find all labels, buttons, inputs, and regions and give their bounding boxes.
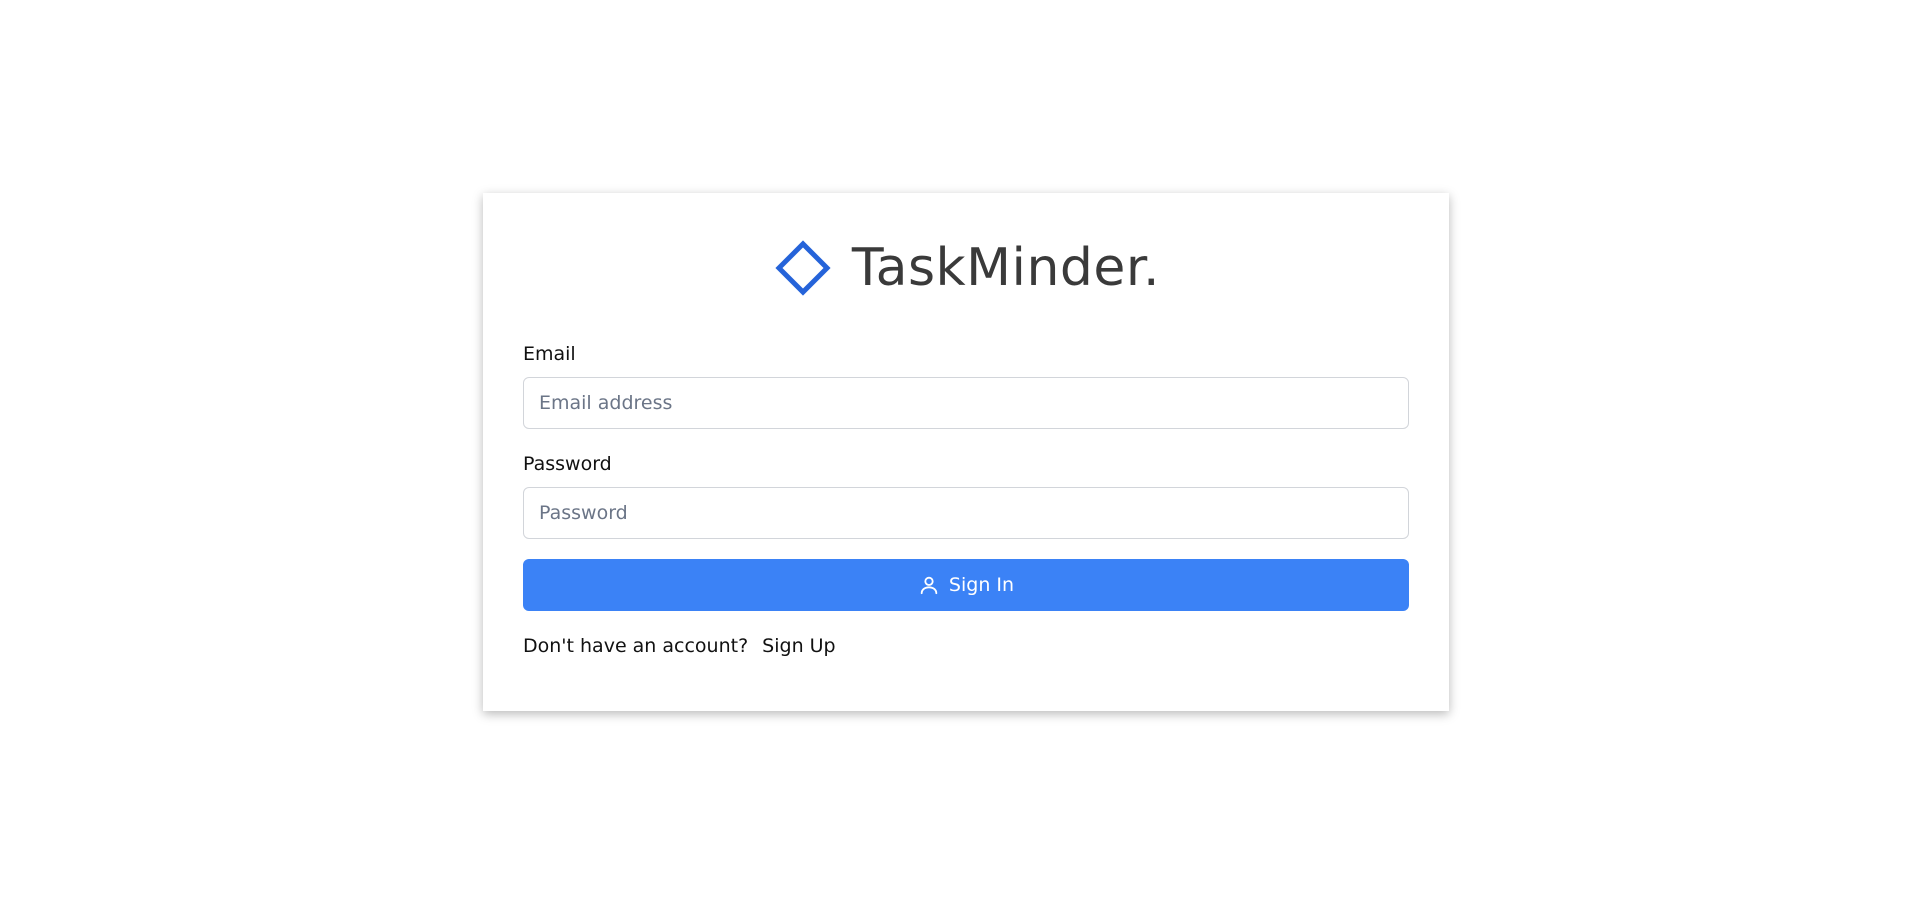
password-field[interactable] xyxy=(523,487,1409,539)
brand-header: TaskMinder. xyxy=(523,193,1409,343)
email-field-wrap xyxy=(523,377,1409,429)
sign-in-button[interactable]: Sign In xyxy=(523,559,1409,611)
sign-up-link[interactable]: Sign Up xyxy=(762,635,835,657)
login-card: TaskMinder. Email Password Sign In Don't… xyxy=(483,193,1449,711)
signup-row: Don't have an account? Sign Up xyxy=(523,635,1409,657)
login-form: Email Password Sign In xyxy=(523,343,1409,611)
sign-in-label: Sign In xyxy=(948,574,1015,596)
diamond-outline-icon xyxy=(772,237,834,299)
email-field[interactable] xyxy=(523,377,1409,429)
password-label: Password xyxy=(523,453,612,475)
brand-name: TaskMinder. xyxy=(851,238,1161,298)
signup-prompt: Don't have an account? xyxy=(523,635,749,657)
email-label: Email xyxy=(523,343,576,365)
user-icon xyxy=(918,574,940,596)
password-field-wrap xyxy=(523,487,1409,539)
